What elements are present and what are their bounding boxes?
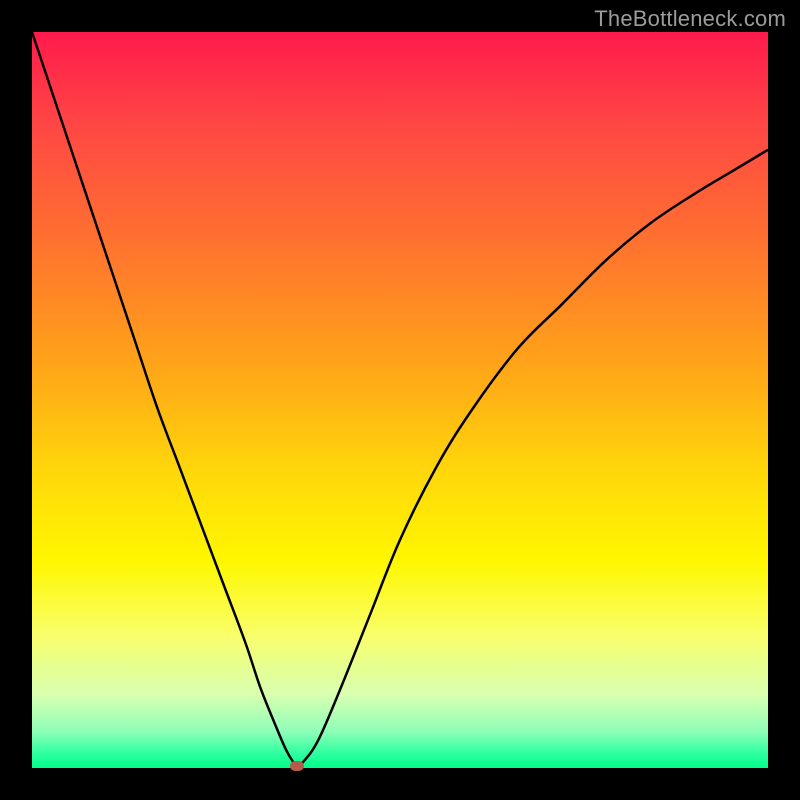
bottleneck-curve: [32, 32, 768, 768]
chart-frame: TheBottleneck.com: [0, 0, 800, 800]
plot-area: [32, 32, 768, 768]
optimal-point-marker: [290, 761, 304, 771]
curve-right-branch: [297, 150, 768, 766]
watermark-text: TheBottleneck.com: [594, 6, 786, 32]
curve-left-branch: [32, 32, 297, 766]
